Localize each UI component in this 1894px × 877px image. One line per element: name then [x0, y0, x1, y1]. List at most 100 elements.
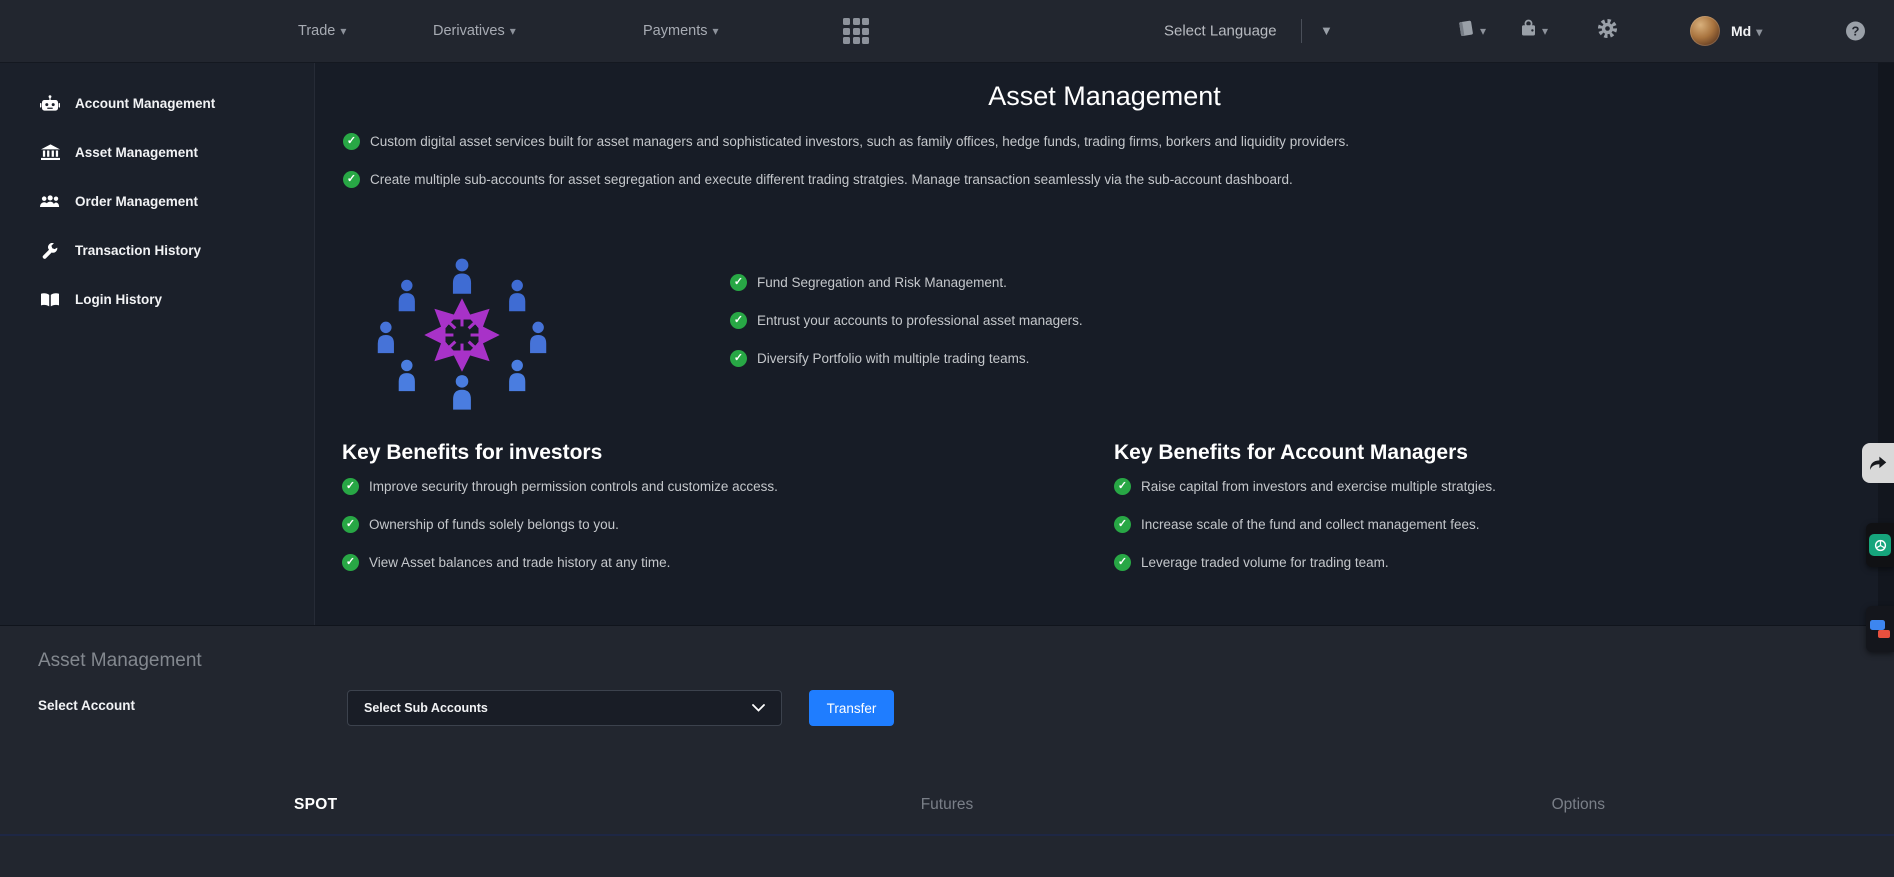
- users-icon: [40, 194, 60, 209]
- language-dropdown-icon[interactable]: [1320, 22, 1333, 40]
- benefit-bullet: View Asset balances and trade history at…: [342, 554, 1072, 571]
- bullet-text: Ownership of funds solely belongs to you…: [369, 517, 619, 532]
- apps-grid-icon[interactable]: [843, 18, 869, 44]
- caret-down-icon: [712, 23, 718, 39]
- transfer-button[interactable]: Transfer: [809, 690, 894, 726]
- check-circle-icon: [1114, 478, 1131, 495]
- topbar: Trade Derivatives Payments Select Langua…: [0, 0, 1894, 63]
- sidebar-item-label: Transaction History: [75, 243, 202, 258]
- sidebar-item-asset-management[interactable]: Asset Management: [0, 128, 314, 177]
- sidebar-item-login-history[interactable]: Login History: [0, 275, 314, 324]
- bank-icon: [40, 144, 60, 161]
- transfer-panel-heading: Asset Management: [38, 650, 202, 671]
- tab-options[interactable]: Options: [1263, 790, 1894, 820]
- sub-accounts-select-value: Select Sub Accounts: [364, 701, 488, 715]
- bullet-text: Diversify Portfolio with multiple tradin…: [757, 351, 1030, 366]
- chatgpt-icon[interactable]: [1866, 523, 1894, 567]
- nav-trade[interactable]: Trade: [298, 23, 346, 39]
- share-arrow-icon[interactable]: [1862, 443, 1894, 483]
- sidebar-item-label: Account Management: [75, 96, 216, 111]
- caret-down-icon: [1542, 22, 1548, 40]
- select-account-label: Select Account: [38, 698, 136, 713]
- sidebar-item-account-management[interactable]: Account Management: [0, 79, 314, 128]
- sidebar: Account Management Asset Management Orde…: [0, 63, 315, 625]
- caret-down-icon: [510, 23, 516, 39]
- nav-payments[interactable]: Payments: [643, 23, 719, 39]
- wallet-menu[interactable]: [1519, 19, 1548, 43]
- check-circle-icon: [343, 133, 360, 150]
- bullet-text: Improve security through permission cont…: [369, 479, 778, 494]
- feature-bullet: Entrust your accounts to professional as…: [730, 312, 1083, 329]
- openai-logo: [1869, 534, 1891, 556]
- check-circle-icon: [1114, 516, 1131, 533]
- benefit-bullet: Leverage traded volume for trading team.: [1114, 554, 1844, 571]
- benefits-managers-section: Key Benefits for Account Managers Raise …: [1114, 441, 1844, 571]
- sidebar-item-order-management[interactable]: Order Management: [0, 177, 314, 226]
- benefit-bullet: Improve security through permission cont…: [342, 478, 1072, 495]
- tab-futures[interactable]: Futures: [631, 790, 1262, 820]
- feature-bullets: Fund Segregation and Risk Management. En…: [730, 274, 1083, 367]
- gear-icon[interactable]: [1597, 18, 1618, 44]
- caret-down-icon: [1480, 22, 1486, 40]
- sub-accounts-select[interactable]: Select Sub Accounts: [347, 690, 782, 726]
- benefits-managers-heading: Key Benefits for Account Managers: [1114, 441, 1468, 464]
- check-circle-icon: [1114, 554, 1131, 571]
- bullet-text: Raise capital from investors and exercis…: [1141, 479, 1496, 494]
- book-icon: [1455, 19, 1476, 43]
- benefit-bullet: Raise capital from investors and exercis…: [1114, 478, 1844, 495]
- chat-bubbles-icon[interactable]: [1866, 606, 1894, 652]
- wallet-icon: [1519, 19, 1538, 43]
- intro-bullets: Custom digital asset services built for …: [343, 133, 1349, 188]
- transfer-panel: Asset Management Select Account Select S…: [0, 625, 1894, 877]
- bullet-text: Leverage traded volume for trading team.: [1141, 555, 1389, 570]
- nav-trade-label: Trade: [298, 23, 336, 39]
- sidebar-item-label: Asset Management: [75, 145, 199, 160]
- benefits-investors-section: Key Benefits for investors Improve secur…: [342, 441, 1072, 571]
- caret-down-icon: [340, 23, 346, 39]
- orders-menu[interactable]: [1455, 19, 1486, 43]
- benefit-bullet: Increase scale of the fund and collect m…: [1114, 516, 1844, 533]
- robot-icon: [40, 95, 60, 112]
- bullet-text: Increase scale of the fund and collect m…: [1141, 517, 1480, 532]
- check-circle-icon: [730, 350, 747, 367]
- avatar[interactable]: [1690, 16, 1720, 46]
- bullet-text: View Asset balances and trade history at…: [369, 555, 671, 570]
- nav-derivatives[interactable]: Derivatives: [433, 23, 516, 39]
- check-circle-icon: [342, 516, 359, 533]
- sidebar-item-transaction-history[interactable]: Transaction History: [0, 226, 314, 275]
- feature-bullet: Diversify Portfolio with multiple tradin…: [730, 350, 1083, 367]
- check-circle-icon: [730, 312, 747, 329]
- nav-derivatives-label: Derivatives: [433, 23, 505, 39]
- intro-bullet: Custom digital asset services built for …: [343, 133, 1349, 150]
- nav-payments-label: Payments: [643, 23, 708, 39]
- language-selector[interactable]: Select Language: [1164, 23, 1277, 40]
- feature-bullet: Fund Segregation and Risk Management.: [730, 274, 1083, 291]
- tabs-underline: [0, 834, 1894, 836]
- help-icon[interactable]: [1846, 21, 1865, 41]
- bullet-text: Entrust your accounts to professional as…: [757, 313, 1083, 328]
- bullet-text: Fund Segregation and Risk Management.: [757, 275, 1007, 290]
- check-circle-icon: [342, 478, 359, 495]
- page-title: Asset Management: [988, 81, 1221, 111]
- benefit-bullet: Ownership of funds solely belongs to you…: [342, 516, 1072, 533]
- wrench-icon: [40, 242, 60, 259]
- check-circle-icon: [730, 274, 747, 291]
- book-open-icon: [40, 292, 60, 307]
- intro-bullet: Create multiple sub-accounts for asset s…: [343, 171, 1349, 188]
- divider: [1301, 19, 1302, 43]
- benefits-investors-heading: Key Benefits for investors: [342, 441, 603, 464]
- bullet-text: Create multiple sub-accounts for asset s…: [370, 172, 1293, 187]
- main-content: Asset Management Custom digital asset se…: [315, 63, 1894, 625]
- bullet-text: Custom digital asset services built for …: [370, 134, 1349, 149]
- check-circle-icon: [342, 554, 359, 571]
- tab-spot[interactable]: SPOT: [0, 790, 631, 820]
- sidebar-item-label: Login History: [75, 292, 162, 307]
- user-menu[interactable]: Md: [1731, 23, 1762, 39]
- team-network-illustration: [356, 256, 568, 414]
- caret-down-icon: [1756, 23, 1762, 39]
- messenger-bubbles: [1870, 620, 1890, 638]
- user-name-label: Md: [1731, 23, 1752, 39]
- market-tabs: SPOT Futures Options: [0, 790, 1894, 820]
- sidebar-item-label: Order Management: [75, 194, 199, 209]
- check-circle-icon: [343, 171, 360, 188]
